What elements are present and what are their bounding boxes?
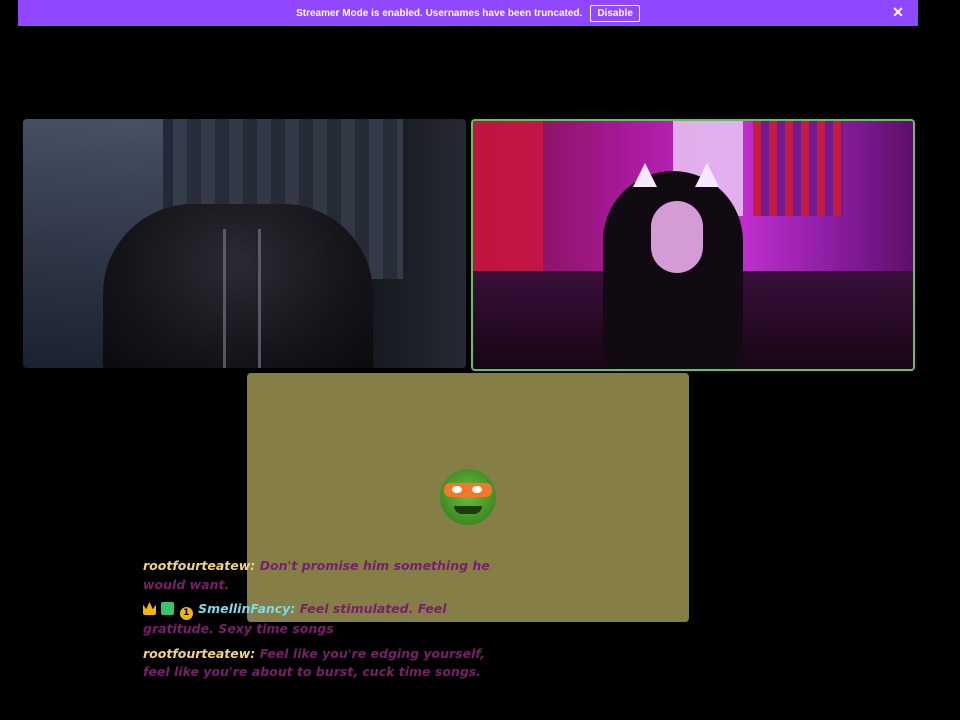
video-tile-right-speaking[interactable] <box>471 119 915 371</box>
chat-username[interactable]: SmellinFancy: <box>198 601 295 616</box>
chat-message: rootfourteatew: Feel like you're edging … <box>143 645 513 682</box>
avatar-eye-left <box>452 486 462 493</box>
chat-overlay: rootfourteatew: Don't promise him someth… <box>143 557 513 688</box>
avatar-eye-right <box>472 486 482 493</box>
chair <box>103 204 373 368</box>
video-tile-left[interactable] <box>23 119 466 368</box>
user-avatar <box>440 469 496 525</box>
banner-message: Streamer Mode is enabled. Usernames have… <box>296 7 583 19</box>
cat-ear-right <box>695 163 719 187</box>
chair-seam <box>258 229 261 368</box>
cat-ear-left <box>633 163 657 187</box>
face <box>651 201 703 273</box>
crown-badge-icon <box>143 602 156 615</box>
striped-curtain <box>753 121 843 216</box>
chat-message: 1 SmellinFancy: Feel stimulated. Feel gr… <box>143 600 513 639</box>
subscriber-badge-icon <box>161 602 175 615</box>
avatar-mouth <box>454 506 482 514</box>
streamer-mode-banner: Streamer Mode is enabled. Usernames have… <box>18 0 918 26</box>
close-icon[interactable]: ✕ <box>890 4 906 20</box>
chat-username[interactable]: rootfourteatew: <box>143 646 255 661</box>
disable-button[interactable]: Disable <box>590 4 640 22</box>
chat-username[interactable]: rootfourteatew: <box>143 558 255 573</box>
chat-message: rootfourteatew: Don't promise him someth… <box>143 557 513 594</box>
gift-count-badge-icon: 1 <box>179 607 193 620</box>
chair-seam <box>223 229 226 368</box>
